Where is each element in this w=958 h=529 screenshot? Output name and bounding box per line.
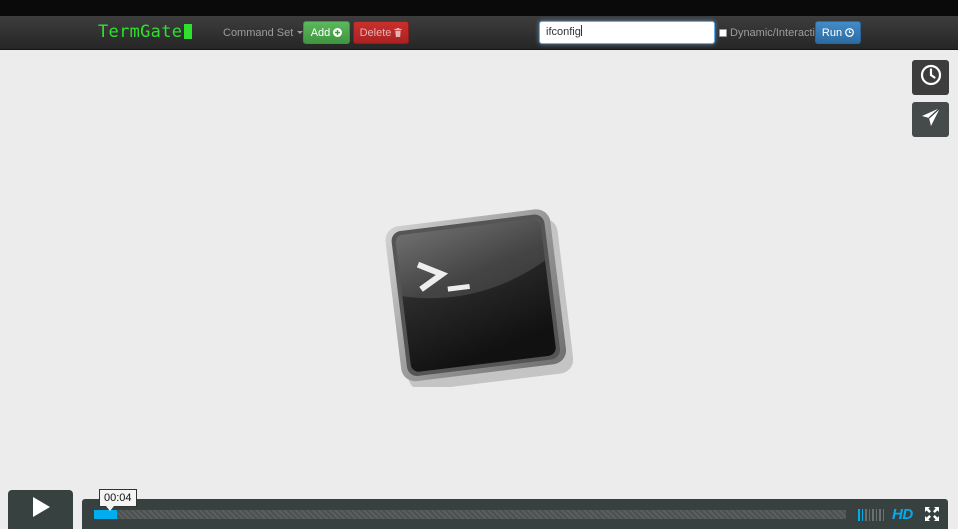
- add-button[interactable]: Add: [303, 21, 350, 44]
- volume-bar[interactable]: [865, 509, 867, 521]
- fullscreen-icon[interactable]: [925, 507, 939, 521]
- playbar: HD: [82, 499, 948, 529]
- hd-toggle[interactable]: HD: [892, 506, 913, 523]
- play-button[interactable]: [8, 490, 73, 529]
- run-button[interactable]: Run: [815, 21, 861, 44]
- volume-bar[interactable]: [872, 509, 874, 521]
- share-button[interactable]: [912, 102, 949, 137]
- dynamic-label: Dynamic/Interactive: [730, 27, 827, 39]
- dynamic-checkbox[interactable]: [719, 29, 727, 37]
- text-caret: [580, 25, 582, 36]
- brand-logo[interactable]: TermGate: [98, 21, 193, 43]
- brand-text: TermGate: [98, 22, 183, 42]
- progress-track[interactable]: [94, 510, 846, 519]
- volume-bar[interactable]: [879, 509, 881, 521]
- play-icon: [31, 496, 51, 523]
- clock-circle-icon: [845, 22, 855, 45]
- volume-bar[interactable]: [875, 509, 877, 521]
- window-top-strip: [0, 0, 958, 16]
- command-input-value: ifconfig: [546, 26, 581, 38]
- dynamic-interactive-toggle[interactable]: Dynamic/Interactive: [719, 27, 827, 39]
- run-button-label: Run: [821, 27, 843, 39]
- app-navbar: TermGate Command Set Add Delete ifconfig…: [0, 16, 958, 50]
- clock-icon: [920, 64, 942, 91]
- volume-bar[interactable]: [882, 509, 884, 521]
- volume-bar[interactable]: [861, 509, 863, 521]
- watch-later-button[interactable]: [912, 60, 949, 95]
- cursor-block-icon: [184, 24, 193, 39]
- timecode-tooltip: 00:04: [99, 489, 137, 511]
- progress-played: [94, 510, 117, 519]
- volume-bar[interactable]: [858, 509, 860, 521]
- paper-plane-icon: [920, 106, 942, 133]
- trash-icon: [394, 22, 402, 45]
- terminal-app-icon: [385, 209, 573, 387]
- command-set-dropdown[interactable]: Command Set: [223, 26, 304, 40]
- delete-button[interactable]: Delete: [353, 21, 409, 44]
- volume-control[interactable]: [858, 509, 884, 521]
- delete-button-label: Delete: [359, 27, 392, 39]
- volume-bar[interactable]: [868, 509, 870, 521]
- command-set-label: Command Set: [223, 27, 294, 39]
- add-button-label: Add: [310, 27, 331, 39]
- video-controls: HD: [0, 490, 958, 529]
- plus-circle-icon: [333, 22, 343, 45]
- command-input[interactable]: ifconfig: [539, 21, 715, 44]
